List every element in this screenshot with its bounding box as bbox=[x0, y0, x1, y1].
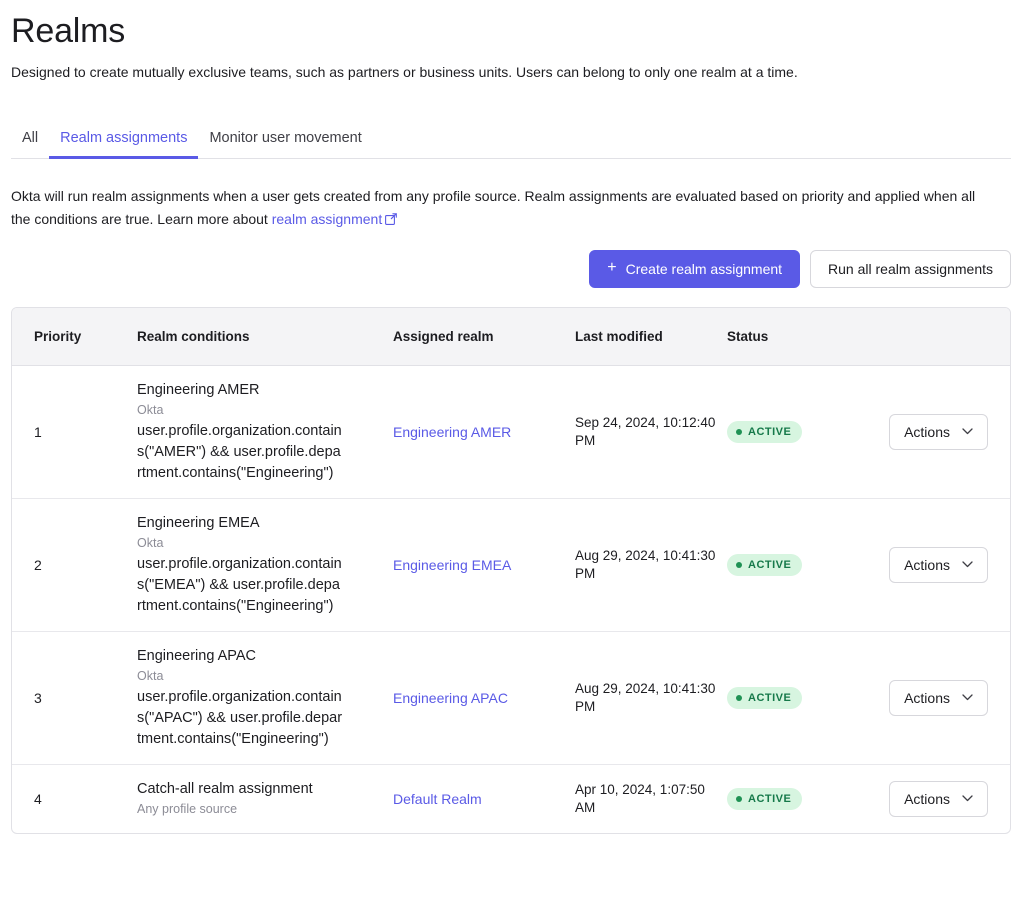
table-body: 1 Engineering AMER Okta user.profile.org… bbox=[12, 365, 1010, 833]
status-label: ACTIVE bbox=[748, 557, 791, 573]
cell-realm-conditions: Engineering EMEA Okta user.profile.organ… bbox=[137, 498, 393, 631]
condition-source: Okta bbox=[137, 667, 373, 686]
column-header-realm-conditions: Realm conditions bbox=[137, 308, 393, 365]
status-label: ACTIVE bbox=[748, 424, 791, 440]
create-realm-assignment-label: Create realm assignment bbox=[626, 262, 782, 276]
column-header-status: Status bbox=[727, 308, 882, 365]
run-all-realm-assignments-label: Run all realm assignments bbox=[828, 262, 993, 276]
cell-last-modified: Aug 29, 2024, 10:41:30 PM bbox=[575, 498, 727, 631]
external-link-icon[interactable] bbox=[385, 209, 397, 232]
actions-button[interactable]: Actions bbox=[889, 547, 988, 583]
cell-actions: Actions bbox=[882, 631, 1010, 764]
cell-actions: Actions bbox=[882, 365, 1010, 498]
status-dot-icon bbox=[736, 796, 742, 802]
assigned-realm-link[interactable]: Engineering EMEA bbox=[393, 557, 511, 573]
cell-assigned-realm: Default Realm bbox=[393, 764, 575, 833]
last-modified-text: Apr 10, 2024, 1:07:50 AM bbox=[575, 781, 717, 816]
cell-priority: 3 bbox=[12, 631, 137, 764]
realms-page: Realms Designed to create mutually exclu… bbox=[0, 9, 1022, 834]
cell-status: ACTIVE bbox=[727, 365, 882, 498]
tab-realm-assignments[interactable]: Realm assignments bbox=[49, 129, 198, 158]
condition-title: Engineering EMEA bbox=[137, 513, 373, 533]
tab-monitor-user-movement[interactable]: Monitor user movement bbox=[198, 129, 372, 158]
intro-text: Okta will run realm assignments when a u… bbox=[11, 188, 975, 227]
cell-realm-conditions: Engineering AMER Okta user.profile.organ… bbox=[137, 365, 393, 498]
cell-realm-conditions: Catch-all realm assignment Any profile s… bbox=[137, 764, 393, 833]
status-badge: ACTIVE bbox=[727, 421, 802, 443]
condition-source: Any profile source bbox=[137, 800, 373, 819]
table-row: 3 Engineering APAC Okta user.profile.org… bbox=[12, 631, 1010, 764]
chevron-down-icon bbox=[962, 795, 973, 802]
column-header-priority: Priority bbox=[12, 308, 137, 365]
intro-paragraph: Okta will run realm assignments when a u… bbox=[11, 185, 991, 232]
condition-source: Okta bbox=[137, 401, 373, 420]
cell-assigned-realm: Engineering APAC bbox=[393, 631, 575, 764]
page-title: Realms bbox=[11, 9, 1011, 53]
condition-source: Okta bbox=[137, 534, 373, 553]
cell-last-modified: Sep 24, 2024, 10:12:40 PM bbox=[575, 365, 727, 498]
status-label: ACTIVE bbox=[748, 791, 791, 807]
cell-actions: Actions bbox=[882, 764, 1010, 833]
assigned-realm-link[interactable]: Engineering AMER bbox=[393, 424, 511, 440]
cell-last-modified: Apr 10, 2024, 1:07:50 AM bbox=[575, 764, 727, 833]
cell-priority: 4 bbox=[12, 764, 137, 833]
tab-all[interactable]: All bbox=[11, 129, 49, 158]
actions-label: Actions bbox=[904, 791, 950, 807]
status-badge: ACTIVE bbox=[727, 687, 802, 709]
table: Priority Realm conditions Assigned realm… bbox=[12, 308, 1010, 833]
last-modified-text: Sep 24, 2024, 10:12:40 PM bbox=[575, 414, 717, 449]
realm-assignments-table: Priority Realm conditions Assigned realm… bbox=[11, 307, 1011, 834]
actions-button[interactable]: Actions bbox=[889, 680, 988, 716]
create-realm-assignment-button[interactable]: + Create realm assignment bbox=[589, 250, 800, 288]
status-dot-icon bbox=[736, 429, 742, 435]
status-badge: ACTIVE bbox=[727, 788, 802, 810]
cell-status: ACTIVE bbox=[727, 498, 882, 631]
last-modified-text: Aug 29, 2024, 10:41:30 PM bbox=[575, 547, 717, 582]
condition-title: Engineering AMER bbox=[137, 380, 373, 400]
chevron-down-icon bbox=[962, 428, 973, 435]
toolbar: + Create realm assignment Run all realm … bbox=[11, 250, 1011, 288]
cell-assigned-realm: Engineering EMEA bbox=[393, 498, 575, 631]
table-header-row: Priority Realm conditions Assigned realm… bbox=[12, 308, 1010, 365]
table-row: 1 Engineering AMER Okta user.profile.org… bbox=[12, 365, 1010, 498]
chevron-down-icon bbox=[962, 694, 973, 701]
condition-title: Engineering APAC bbox=[137, 646, 373, 666]
status-dot-icon bbox=[736, 562, 742, 568]
cell-priority: 1 bbox=[12, 365, 137, 498]
cell-priority: 2 bbox=[12, 498, 137, 631]
realm-assignment-link[interactable]: realm assignment bbox=[272, 211, 383, 227]
column-header-last-modified: Last modified bbox=[575, 308, 727, 365]
page-subtitle: Designed to create mutually exclusive te… bbox=[11, 62, 1011, 82]
actions-label: Actions bbox=[904, 690, 950, 706]
condition-title: Catch-all realm assignment bbox=[137, 779, 373, 799]
condition-expression: user.profile.organization.contains("APAC… bbox=[137, 687, 343, 750]
chevron-down-icon bbox=[962, 561, 973, 568]
tab-bar: All Realm assignments Monitor user movem… bbox=[11, 114, 1011, 159]
cell-actions: Actions bbox=[882, 498, 1010, 631]
run-all-realm-assignments-button[interactable]: Run all realm assignments bbox=[810, 250, 1011, 288]
cell-status: ACTIVE bbox=[727, 631, 882, 764]
column-header-assigned-realm: Assigned realm bbox=[393, 308, 575, 365]
actions-label: Actions bbox=[904, 424, 950, 440]
status-label: ACTIVE bbox=[748, 690, 791, 706]
cell-assigned-realm: Engineering AMER bbox=[393, 365, 575, 498]
column-header-actions bbox=[882, 308, 1010, 365]
cell-status: ACTIVE bbox=[727, 764, 882, 833]
condition-expression: user.profile.organization.contains("AMER… bbox=[137, 421, 343, 484]
assigned-realm-link[interactable]: Default Realm bbox=[393, 791, 482, 807]
actions-label: Actions bbox=[904, 557, 950, 573]
status-badge: ACTIVE bbox=[727, 554, 802, 576]
table-head: Priority Realm conditions Assigned realm… bbox=[12, 308, 1010, 365]
cell-realm-conditions: Engineering APAC Okta user.profile.organ… bbox=[137, 631, 393, 764]
table-row: 4 Catch-all realm assignment Any profile… bbox=[12, 764, 1010, 833]
table-row: 2 Engineering EMEA Okta user.profile.org… bbox=[12, 498, 1010, 631]
assigned-realm-link[interactable]: Engineering APAC bbox=[393, 690, 508, 706]
status-dot-icon bbox=[736, 695, 742, 701]
actions-button[interactable]: Actions bbox=[889, 414, 988, 450]
plus-icon: + bbox=[607, 260, 616, 276]
last-modified-text: Aug 29, 2024, 10:41:30 PM bbox=[575, 680, 717, 715]
condition-expression: user.profile.organization.contains("EMEA… bbox=[137, 554, 343, 617]
actions-button[interactable]: Actions bbox=[889, 781, 988, 817]
cell-last-modified: Aug 29, 2024, 10:41:30 PM bbox=[575, 631, 727, 764]
